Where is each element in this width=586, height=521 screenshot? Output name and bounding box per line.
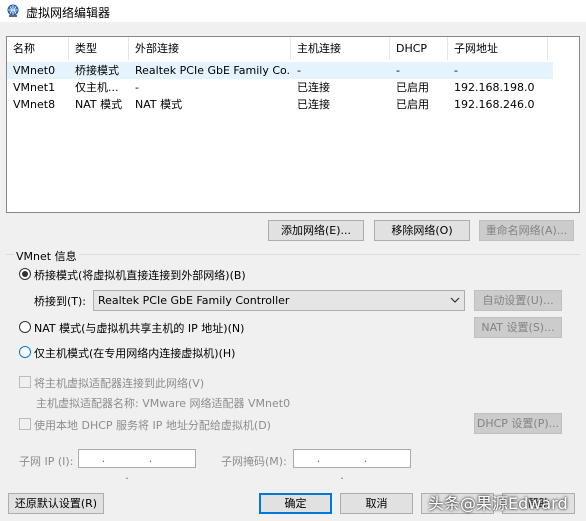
- connect-adapter-checkbox[interactable]: [19, 376, 31, 388]
- chevron-down-icon: [450, 297, 460, 303]
- cell-dhcp: 已启用: [396, 98, 429, 111]
- cell-name: VMnet1: [13, 81, 56, 94]
- connect-adapter-label[interactable]: 将主机虚拟适配器连接到此网络(V): [34, 375, 204, 391]
- cell-external: NAT 模式: [135, 98, 183, 111]
- cell-dhcp: -: [396, 64, 400, 77]
- host-only-mode-label[interactable]: 仅主机模式(在专用网络内连接虚拟机)(H): [34, 345, 235, 361]
- rename-network-button[interactable]: 重命名网络(A)...: [479, 220, 574, 241]
- network-editor-icon: [7, 4, 19, 17]
- column-header-subnet[interactable]: 子网地址: [448, 37, 548, 60]
- column-header-host[interactable]: 主机连接: [291, 37, 390, 60]
- column-header-type[interactable]: 类型: [69, 37, 129, 60]
- watermark: 头条@果源Edward: [428, 494, 568, 513]
- subnet-ip-input[interactable]: . . .: [78, 449, 196, 482]
- use-dhcp-label[interactable]: 使用本地 DHCP 服务将 IP 地址分配给虚拟机(D): [34, 417, 271, 433]
- cell-name: VMnet0: [13, 64, 56, 77]
- cell-type: 桥接模式: [75, 64, 119, 77]
- group-divider: [6, 254, 580, 255]
- host-only-mode-radio[interactable]: [19, 346, 31, 358]
- cell-dhcp: 已启用: [396, 81, 429, 94]
- adapter-name-label: 主机虚拟适配器名称: VMware 网络适配器 VMnet0: [36, 397, 291, 410]
- dhcp-settings-button[interactable]: DHCP 设置(P)...: [474, 413, 562, 434]
- column-header-external[interactable]: 外部连接: [129, 37, 291, 60]
- subnet-ip-label: 子网 IP (I):: [19, 455, 74, 468]
- cell-external: -: [135, 81, 139, 94]
- vmnet-info-group-label: VMnet 信息: [14, 248, 79, 264]
- column-header-dhcp[interactable]: DHCP: [390, 37, 448, 60]
- cell-host: 已连接: [297, 98, 330, 111]
- restore-defaults-button[interactable]: 还原默认设置(R): [8, 493, 104, 514]
- add-network-button[interactable]: 添加网络(E)...: [268, 220, 364, 241]
- cell-subnet: 192.168.198.0: [454, 81, 535, 94]
- cell-subnet: -: [454, 64, 458, 77]
- cell-subnet: 192.168.246.0: [454, 98, 535, 111]
- nat-settings-button[interactable]: NAT 设置(S)...: [474, 317, 562, 338]
- cell-name: VMnet8: [13, 98, 56, 111]
- bridge-to-select[interactable]: Realtek PCIe GbE Family Controller: [93, 290, 465, 311]
- cell-type: 仅主机...: [75, 81, 119, 94]
- subnet-mask-input[interactable]: . . .: [293, 449, 411, 482]
- auto-settings-button[interactable]: 自动设置(U)...: [474, 290, 562, 311]
- use-dhcp-checkbox[interactable]: [19, 418, 31, 430]
- cell-host: 已连接: [297, 81, 330, 94]
- cancel-button[interactable]: 取消: [340, 493, 413, 514]
- cell-type: NAT 模式: [75, 98, 123, 111]
- cell-external: Realtek PCIe GbE Family Co...: [135, 64, 291, 77]
- title-bar: 虚拟网络编辑器: [0, 0, 586, 22]
- nat-mode-radio[interactable]: [19, 321, 31, 333]
- cell-host: -: [297, 64, 301, 77]
- window-title: 虚拟网络编辑器: [26, 6, 111, 20]
- ok-button[interactable]: 确定: [259, 493, 332, 514]
- network-list[interactable]: 名称 类型 外部连接 主机连接 DHCP 子网地址 VMnet0 桥接模式 Re…: [6, 36, 580, 213]
- nat-mode-label[interactable]: NAT 模式(与虚拟机共享主机的 IP 地址)(N): [34, 320, 244, 336]
- remove-network-button[interactable]: 移除网络(O): [374, 220, 470, 241]
- table-row[interactable]: VMnet0 桥接模式 Realtek PCIe GbE Family Co..…: [7, 62, 553, 79]
- subnet-mask-label: 子网掩码(M):: [221, 455, 287, 468]
- bridged-mode-label[interactable]: 桥接模式(将虚拟机直接连接到外部网络)(B): [34, 267, 246, 283]
- column-header-name[interactable]: 名称: [7, 37, 69, 60]
- bridge-to-value: Realtek PCIe GbE Family Controller: [98, 294, 290, 307]
- table-row[interactable]: VMnet1 仅主机... - 已连接 已启用 192.168.198.0: [7, 79, 553, 96]
- bridged-mode-radio[interactable]: [19, 268, 31, 280]
- table-row[interactable]: VMnet8 NAT 模式 NAT 模式 已连接 已启用 192.168.246…: [7, 96, 553, 113]
- bridge-to-label: 桥接到(T):: [34, 295, 87, 308]
